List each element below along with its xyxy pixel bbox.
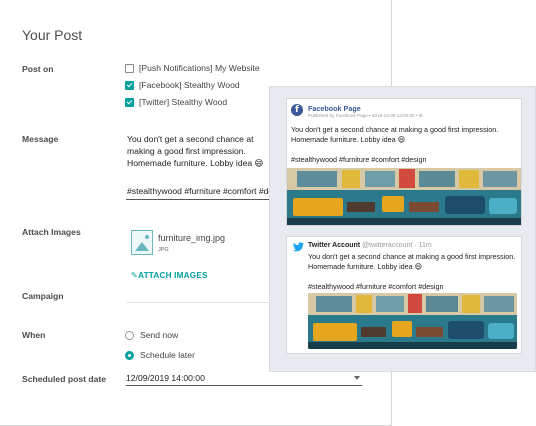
account-push-notifications[interactable]: [Push Notifications] My Website [125, 63, 260, 73]
attach-images-button[interactable]: ✎ATTACH IMAGES [131, 270, 208, 280]
message-label: Message [22, 134, 59, 144]
twitter-preview-card: Twitter Account @twitteraccount · 11m Yo… [286, 236, 522, 354]
twitter-account-name: Twitter Account [308, 242, 361, 249]
radio-schedule-later[interactable]: Schedule later [125, 350, 195, 360]
radio-send-now[interactable]: Send now [125, 330, 178, 340]
twitter-icon [293, 242, 304, 252]
image-file-icon[interactable] [131, 230, 153, 255]
facebook-icon: f [291, 104, 303, 116]
facebook-post-text: You don't get a second chance at making … [291, 125, 499, 144]
checkbox-icon[interactable] [125, 63, 134, 73]
facebook-post-hashtags: #stealthywood #furniture #comfort #desig… [291, 155, 427, 164]
mountain-icon [135, 242, 149, 251]
facebook-preview-card: f Facebook Page Published by Facebook Pa… [286, 98, 522, 226]
account-label: [Twitter] Stealthy Wood [139, 97, 228, 107]
attachment-name[interactable]: furniture_img.jpg [158, 233, 225, 243]
facebook-page-name: Facebook Page [308, 104, 361, 113]
account-label: [Push Notifications] My Website [139, 63, 260, 73]
twitter-post-text: You don't get a second chance at making … [308, 252, 516, 271]
account-facebook[interactable]: [Facebook] Stealthy Wood [125, 80, 240, 90]
message-underline [126, 199, 276, 200]
account-twitter[interactable]: [Twitter] Stealthy Wood [125, 97, 227, 107]
scheduled-post-date-label: Scheduled post date [22, 374, 107, 384]
attachment-type: JPG [158, 247, 169, 253]
radio-label: Send now [140, 330, 179, 340]
campaign-input[interactable] [126, 302, 276, 303]
message-hashtags[interactable]: #stealthywood #furniture #comfort #desig… [127, 186, 272, 196]
twitter-post-header: Twitter Account @twitteraccount · 11m [308, 242, 432, 249]
facebook-post-image [287, 168, 521, 225]
page-title: Your Post [22, 27, 83, 43]
twitter-handle-time: @twitteraccount · 11m [362, 242, 432, 249]
campaign-label: Campaign [22, 291, 64, 301]
paperclip-icon: ✎ [131, 271, 139, 280]
checkbox-checked-icon[interactable] [125, 97, 134, 107]
post-preview-panel: f Facebook Page Published by Facebook Pa… [269, 86, 536, 372]
account-label: [Facebook] Stealthy Wood [139, 80, 240, 90]
twitter-post-hashtags: #stealthywood #furniture #comfort #desig… [308, 282, 444, 291]
attach-images-button-label: ATTACH IMAGES [138, 271, 208, 280]
radio-icon[interactable] [125, 330, 134, 340]
radio-selected-icon[interactable] [125, 350, 134, 360]
checkbox-checked-icon[interactable] [125, 80, 134, 90]
message-textarea[interactable]: You don't get a second chance at making … [127, 133, 272, 167]
facebook-post-meta: Published by Facebook Page • 2019-12-09 … [308, 113, 423, 118]
caret-down-icon[interactable] [354, 376, 360, 380]
scheduled-date-input[interactable]: 12/09/2019 14:00:00 [126, 373, 362, 386]
scheduled-date-value: 12/09/2019 14:00:00 [126, 373, 205, 383]
sun-icon [145, 235, 149, 239]
when-label: When [22, 330, 46, 340]
radio-label: Schedule later [140, 350, 195, 360]
twitter-post-image [308, 293, 517, 349]
attach-images-label: Attach Images [22, 227, 81, 237]
post-on-label: Post on [22, 64, 54, 74]
